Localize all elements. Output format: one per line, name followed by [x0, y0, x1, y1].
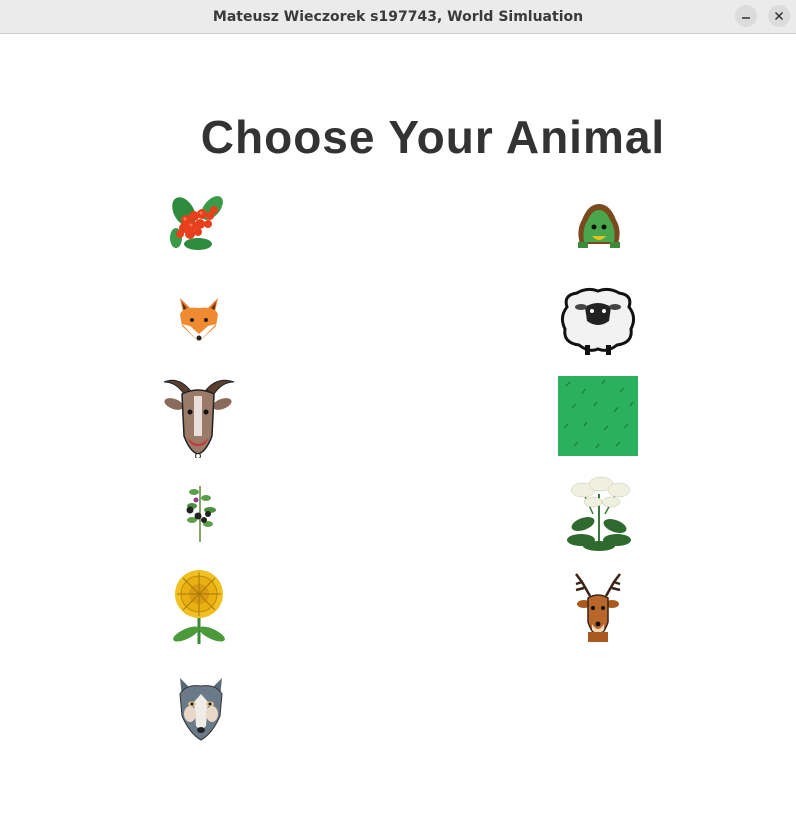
belladonna-icon: [186, 486, 216, 542]
wolf-icon: [179, 678, 223, 741]
choice-fox[interactable]: [176, 296, 222, 346]
red-berries-icon: [170, 196, 223, 250]
choice-turtle[interactable]: [574, 200, 624, 252]
dandelion-icon: [173, 570, 225, 644]
grass-icon: [558, 376, 638, 456]
choice-sheep[interactable]: [557, 287, 639, 357]
close-button[interactable]: [768, 5, 790, 27]
choice-hogweed[interactable]: [563, 474, 635, 552]
choice-deer[interactable]: [572, 572, 624, 644]
turtle-icon: [578, 204, 620, 248]
deer-icon: [575, 573, 621, 642]
choice-antelope[interactable]: [160, 376, 238, 458]
goat-icon: [163, 379, 235, 458]
window-title: Mateusz Wieczorek s197743, World Simluat…: [212, 8, 584, 25]
hogweed-icon: [567, 476, 631, 551]
choice-guarana[interactable]: [164, 194, 232, 256]
title-bar: Mateusz Wieczorek s197743, World Simluat…: [0, 0, 796, 34]
choice-grass[interactable]: [558, 376, 638, 456]
fox-icon: [180, 298, 218, 342]
choice-wolf[interactable]: [176, 676, 226, 742]
sheep-icon: [560, 287, 636, 355]
window-content: Choose Your Animal: [0, 34, 796, 833]
close-icon: [774, 11, 784, 21]
choice-belladonna[interactable]: [178, 480, 222, 544]
minimize-icon: [742, 17, 750, 19]
page-title: Choose Your Animal: [200, 111, 666, 163]
minimize-button[interactable]: [735, 5, 757, 27]
choice-dandelion[interactable]: [162, 570, 236, 646]
